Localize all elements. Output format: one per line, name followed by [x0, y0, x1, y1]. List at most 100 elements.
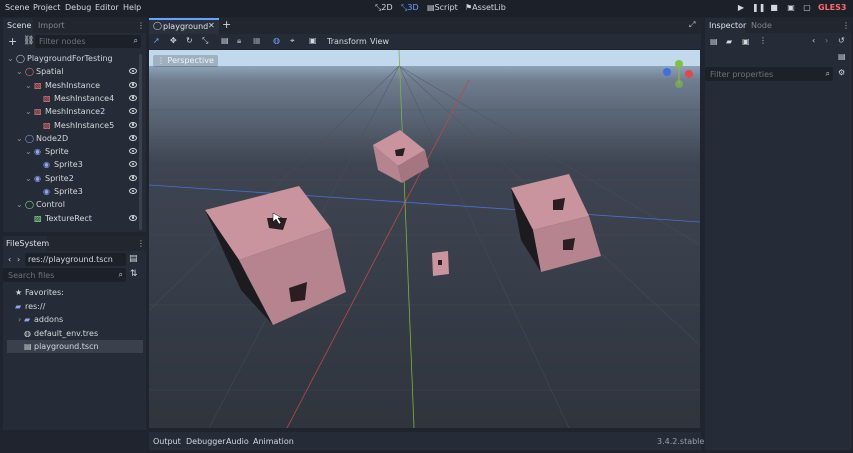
visibility-eye-icon[interactable] [129, 134, 137, 141]
visibility-eye-icon[interactable] [129, 188, 137, 194]
visibility-eye-icon[interactable] [129, 148, 137, 155]
menu-project[interactable]: Project [33, 3, 60, 12]
visibility-eye-icon[interactable] [129, 174, 137, 181]
search-files-input[interactable]: Search files ⌕ [3, 268, 126, 282]
dock-menu-icon[interactable]: ⋮ [137, 239, 145, 248]
filter-nodes-input[interactable]: Filter nodes ⌕ [35, 35, 141, 48]
add-node-icon[interactable]: + [8, 36, 17, 47]
add-tab-icon[interactable]: + [222, 18, 231, 31]
tree-item[interactable]: ▧ MeshInstance5 [7, 119, 141, 132]
select-tool-icon[interactable]: ➚ [153, 36, 160, 45]
viewport-scene[interactable] [149, 50, 700, 428]
object-list-icon[interactable]: ▤ [838, 52, 846, 61]
save-resource-icon[interactable]: ▣ [742, 37, 750, 46]
tree-item[interactable]: ▨ TextureRect [7, 212, 141, 225]
group-icon[interactable]: ▦ [253, 36, 261, 45]
local-space-icon[interactable]: ◍ [273, 36, 280, 45]
chevron-down-icon[interactable]: ⌄ [16, 198, 23, 211]
settings-icon[interactable]: ⚙ [838, 68, 845, 77]
visibility-eye-icon[interactable] [129, 68, 137, 75]
split-view-icon[interactable]: ▤ [129, 254, 138, 264]
tree-item[interactable]: ◉ Sprite3 [7, 158, 141, 171]
tab-animation[interactable]: Animation [253, 437, 294, 446]
transform-menu[interactable]: Transform [327, 37, 367, 46]
perspective-menu[interactable]: ⋮ Perspective [153, 55, 218, 67]
tab-node[interactable]: Node [751, 21, 772, 30]
scale-tool-icon[interactable]: ⤡ [202, 36, 208, 46]
list-select-icon[interactable]: ▤ [221, 36, 229, 45]
distraction-free-icon[interactable]: ⤢ [689, 20, 695, 30]
visibility-eye-icon[interactable] [129, 121, 137, 128]
filter-properties-input[interactable]: Filter properties ⌕ [705, 67, 833, 81]
tree-item[interactable]: ⌄ ◯ Spatial [7, 65, 141, 78]
tab-filesystem[interactable]: FileSystem [3, 236, 49, 251]
tree-item[interactable]: ⌄ ◯ Control [7, 198, 141, 211]
chevron-down-icon[interactable]: ⌄ [25, 79, 32, 92]
snap-icon[interactable]: ⌖ [290, 36, 295, 46]
mode-3d-button[interactable]: ⤡3D [401, 3, 419, 13]
chevron-down-icon[interactable]: ⌄ [16, 65, 23, 78]
tab-playground[interactable]: ◯ playground ✕ [149, 18, 219, 34]
cube-small[interactable] [432, 251, 449, 276]
path-field[interactable]: res://playground.tscn [25, 253, 126, 266]
mode-assetlib-button[interactable]: ⚑AssetLib [465, 3, 506, 12]
tree-item[interactable]: ⌄ ◉ Sprite2 [7, 172, 141, 185]
tree-item[interactable]: ⌄ ▧ MeshInstance [7, 79, 141, 92]
view-menu[interactable]: View [370, 37, 389, 46]
mode-script-button[interactable]: ▤Script [427, 3, 458, 12]
link-icon[interactable]: ⛓ [23, 36, 34, 46]
tab-output[interactable]: Output [153, 437, 181, 446]
forward-icon[interactable]: › [17, 255, 20, 264]
visibility-eye-icon[interactable] [129, 81, 137, 88]
mode-2d-button[interactable]: ⤡2D [375, 3, 393, 13]
tree-item[interactable]: ◉ Sprite3 [7, 185, 141, 198]
visibility-eye-icon[interactable] [129, 214, 137, 221]
lock-icon[interactable]: 🔒︎ [237, 36, 241, 46]
camera-icon[interactable]: ▣ [309, 36, 317, 45]
tab-import[interactable]: Import [38, 21, 65, 30]
visibility-eye-icon[interactable] [129, 108, 137, 115]
tree-item[interactable]: ▧ MeshInstance4 [7, 92, 141, 105]
menu-editor[interactable]: Editor [95, 3, 119, 12]
history-forward-icon[interactable]: › [825, 36, 828, 45]
history-icon[interactable]: ↺ [838, 36, 845, 45]
new-resource-icon[interactable]: ▤ [710, 37, 718, 46]
file-item[interactable]: ★ Favorites: [7, 286, 143, 299]
play-button[interactable]: ▶ [735, 2, 747, 14]
file-item[interactable]: ▤ playground.tscn [7, 340, 143, 353]
tab-scene[interactable]: Scene [3, 18, 33, 33]
more-icon[interactable]: ⋮ [759, 36, 767, 45]
visibility-eye-icon[interactable] [129, 94, 137, 101]
chevron-down-icon[interactable]: ⌄ [16, 132, 23, 145]
visibility-eye-icon[interactable] [129, 161, 137, 168]
file-item[interactable]: ◍ default_env.tres [7, 327, 143, 340]
back-icon[interactable]: ‹ [8, 255, 11, 264]
tree-item[interactable]: ⌄ ◉ Sprite [7, 145, 141, 158]
scene-tree-scrollbar[interactable] [139, 54, 142, 230]
sort-icon[interactable]: ⇅ [130, 269, 138, 279]
chevron-down-icon[interactable]: ⌄ [25, 105, 32, 118]
menu-scene[interactable]: Scene [5, 3, 29, 12]
chevron-down-icon[interactable]: ⌄ [25, 145, 32, 158]
chevron-down-icon[interactable]: ⌄ [25, 172, 32, 185]
file-item[interactable]: ▰ res:// [7, 300, 143, 313]
tab-inspector[interactable]: Inspector [705, 18, 746, 33]
tab-audio[interactable]: Audio [226, 437, 249, 446]
move-tool-icon[interactable]: ✥ [170, 36, 177, 45]
viewport-3d[interactable]: ⋮ Perspective [149, 50, 700, 428]
tree-item[interactable]: ⌄ ▧ MeshInstance2 [7, 105, 141, 118]
chevron-right-icon[interactable]: › [18, 313, 21, 326]
dock-menu-icon[interactable]: ⋮ [137, 21, 145, 30]
menu-help[interactable]: Help [123, 3, 141, 12]
menu-debug[interactable]: Debug [65, 3, 91, 12]
play-custom-button[interactable]: ▢ [801, 2, 813, 14]
close-icon[interactable]: ✕ [208, 21, 215, 30]
stop-button[interactable]: ■ [768, 2, 780, 14]
rotate-tool-icon[interactable]: ↻ [186, 36, 193, 45]
tree-item[interactable]: ⌄ ◯ PlaygroundForTesting [7, 52, 141, 65]
play-scene-button[interactable]: ▣ [785, 2, 797, 14]
file-item[interactable]: › ▰ addons [7, 313, 143, 326]
tree-item[interactable]: ⌄ ◯ Node2D [7, 132, 141, 145]
renderer-label[interactable]: GLES3 [818, 3, 846, 12]
chevron-down-icon[interactable]: ⌄ [7, 52, 14, 65]
